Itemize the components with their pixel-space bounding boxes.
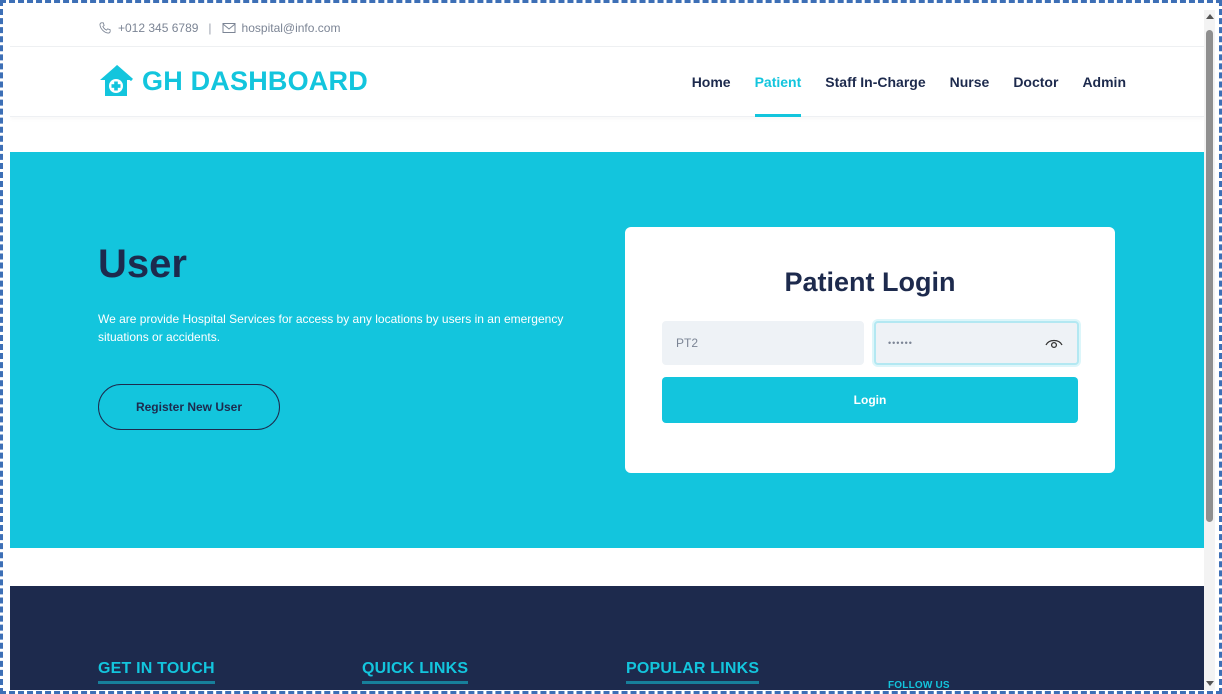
- nav-home[interactable]: Home: [692, 47, 731, 117]
- brand-link[interactable]: GH DASHBOARD: [98, 64, 368, 98]
- login-title: Patient Login: [784, 267, 956, 297]
- login-card: Patient Login PT2 •••••• Login: [625, 227, 1115, 473]
- login-button[interactable]: Login: [662, 377, 1078, 423]
- patient-id-value: PT2: [676, 336, 699, 350]
- footer-popular-links-heading: POPULAR LINKS: [626, 660, 760, 684]
- scroll-up-arrow-icon[interactable]: [1206, 14, 1214, 19]
- password-input[interactable]: ••••••: [874, 321, 1079, 365]
- nav-nurse[interactable]: Nurse: [950, 47, 990, 117]
- scroll-thumb[interactable]: [1206, 30, 1213, 522]
- navbar: GH DASHBOARD Home Patient Staff In-Charg…: [10, 47, 1204, 117]
- envelope-icon: [222, 23, 236, 33]
- password-value: ••••••: [888, 338, 913, 348]
- hero-title: User: [98, 242, 187, 286]
- topbar: +012 345 6789 | hospital@info.com: [10, 10, 1204, 47]
- nav-doctor[interactable]: Doctor: [1013, 47, 1058, 117]
- register-new-user-button[interactable]: Register New User: [98, 384, 280, 430]
- hero-description: We are provide Hospital Services for acc…: [98, 312, 564, 344]
- nav-staff-in-charge[interactable]: Staff In-Charge: [825, 47, 925, 117]
- hospital-house-icon: [100, 64, 133, 96]
- footer-follow-us-heading: FOLLOW US: [888, 680, 950, 690]
- scroll-down-arrow-icon[interactable]: [1206, 681, 1214, 686]
- eye-icon[interactable]: [1045, 336, 1063, 350]
- nav-patient[interactable]: Patient: [754, 47, 801, 117]
- topbar-email[interactable]: hospital@info.com: [242, 21, 341, 35]
- footer-quick-links-heading: QUICK LINKS: [362, 660, 469, 684]
- footer-get-in-touch-heading: GET IN TOUCH: [98, 660, 215, 684]
- vertical-scrollbar[interactable]: [1204, 10, 1215, 690]
- footer: GET IN TOUCH QUICK LINKS POPULAR LINKS F…: [10, 586, 1204, 690]
- phone-icon: [99, 22, 111, 34]
- topbar-phone: +012 345 6789: [118, 21, 199, 35]
- page: +012 345 6789 | hospital@info.com GH DAS…: [10, 10, 1204, 690]
- nav-admin[interactable]: Admin: [1082, 47, 1126, 117]
- patient-id-input[interactable]: PT2: [662, 321, 864, 365]
- topbar-separator: |: [208, 21, 212, 35]
- hero-section: User We are provide Hospital Services fo…: [10, 152, 1204, 548]
- main-nav: Home Patient Staff In-Charge Nurse Docto…: [692, 47, 1126, 117]
- brand-name: GH DASHBOARD: [142, 65, 368, 96]
